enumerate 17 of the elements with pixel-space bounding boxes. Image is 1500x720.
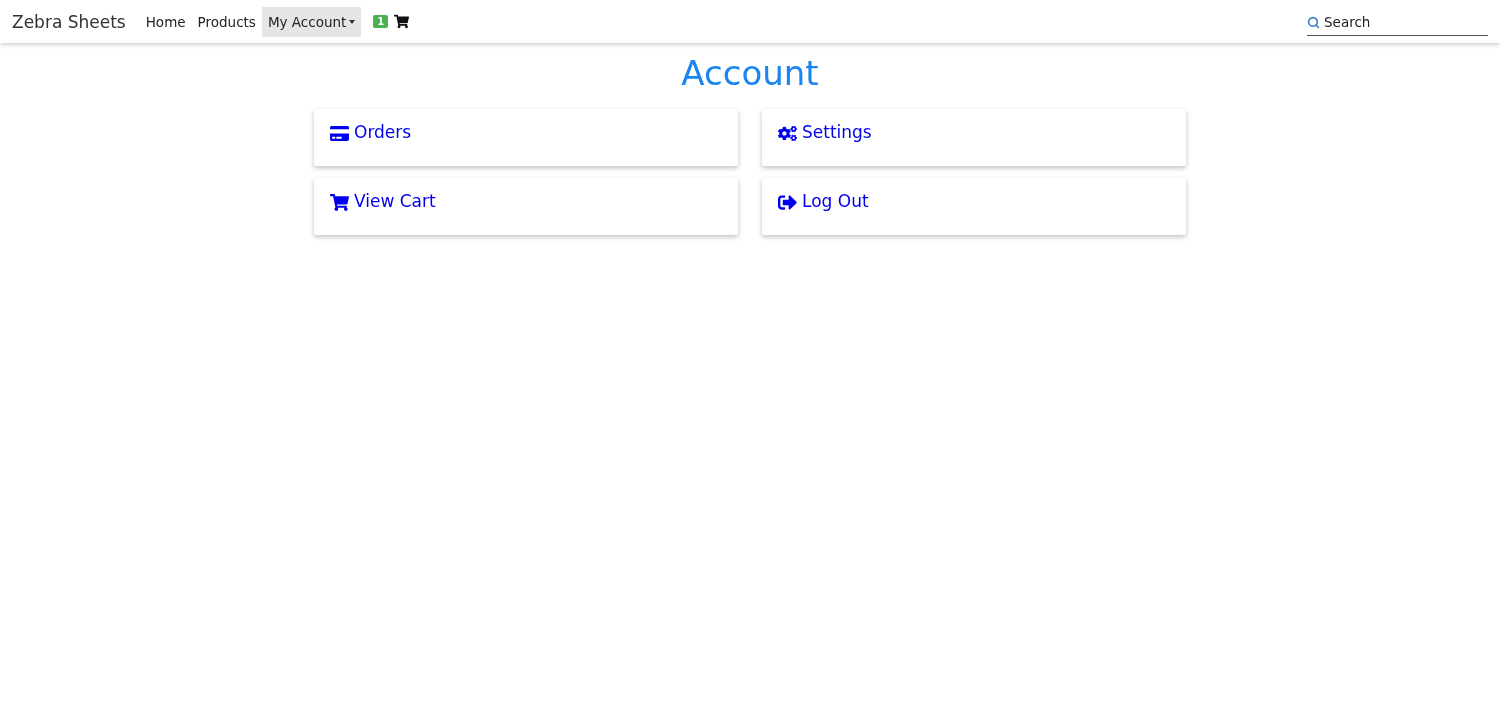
page-title: Account	[680, 53, 820, 93]
account-card[interactable]: Log Out	[762, 178, 1186, 235]
sign-out-icon	[778, 193, 797, 212]
nav-link[interactable]: Products	[191, 6, 262, 37]
account-card[interactable]: View Cart	[314, 178, 738, 235]
cart-count: 1	[373, 15, 389, 28]
search-icon	[1307, 16, 1320, 29]
account-card[interactable]: Settings	[762, 109, 1186, 166]
cart-icon	[330, 193, 349, 212]
cart-button[interactable]	[394, 14, 410, 29]
brand-link[interactable]: Zebra Sheets	[12, 11, 126, 32]
gears-icon	[778, 124, 797, 143]
caret-icon	[349, 19, 356, 24]
nav-link[interactable]: Home	[139, 6, 192, 37]
account-card[interactable]: Orders	[314, 109, 738, 166]
credit-card-icon	[330, 124, 349, 143]
nav-link[interactable]: My Account	[261, 6, 362, 37]
